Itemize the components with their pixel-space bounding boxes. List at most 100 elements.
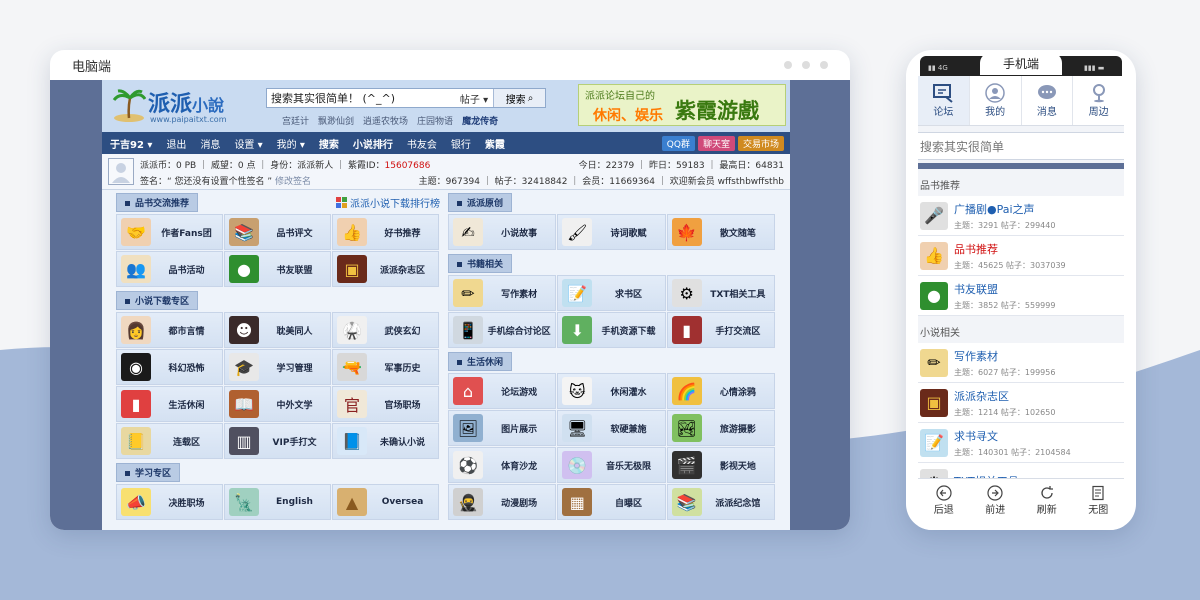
board-item[interactable]: ⚽ 体育沙龙 bbox=[448, 447, 557, 483]
board-item[interactable]: ⌂ 论坛游戏 bbox=[448, 373, 557, 409]
mobile-board-item[interactable]: ● 书友联盟 主题：3852 帖子：559999 bbox=[918, 276, 1124, 316]
board-item[interactable]: 🏞 旅游摄影 bbox=[666, 410, 775, 446]
board-item[interactable]: 🎓 学习管理 bbox=[224, 349, 331, 385]
board-item[interactable]: 🤝 作者Fans团 bbox=[116, 214, 223, 250]
nav-book-club[interactable]: 书友会 bbox=[407, 136, 437, 151]
mobile-board-item[interactable]: ✏ 写作素材 主题：6027 帖子：199956 bbox=[918, 343, 1124, 383]
board-item[interactable]: 📝 求书区 bbox=[557, 275, 666, 311]
portrait-icon: ☻ bbox=[229, 316, 259, 344]
board-item[interactable]: 👥 品书活动 bbox=[116, 251, 223, 287]
board-item[interactable]: ● 书友联盟 bbox=[224, 251, 331, 287]
board-item[interactable]: ⚙ TXT相关工具 bbox=[666, 275, 775, 311]
site-logo[interactable]: 派派小說 www.paipaitxt.com bbox=[108, 84, 228, 128]
microphone-icon: 🎤 bbox=[920, 201, 948, 230]
mobile-board-item[interactable]: 🎤 广播剧●Pai之声 主题：3291 帖子：299440 bbox=[918, 196, 1124, 236]
qq-group-button[interactable]: QQ群 bbox=[661, 136, 695, 151]
hot-link[interactable]: 逍遥农牧场 bbox=[363, 114, 408, 127]
board-item[interactable]: 🖥 软硬兼施 bbox=[557, 410, 666, 446]
board-grid: ⌂ 论坛游戏 🐱 休闲灌水 🌈 心情涂鸦 🖼 图片展示 🖥 软硬兼施 🏞 旅游摄影 ⚽ 体育沙… bbox=[448, 373, 776, 521]
board-item[interactable]: ▣ 派派杂志区 bbox=[332, 251, 439, 287]
mobile-board-item[interactable]: 👍 品书推荐 主题：45625 帖子：3037039 bbox=[918, 236, 1124, 276]
nav-settings[interactable]: 设置 ▾ bbox=[234, 136, 262, 151]
no-image-button[interactable]: 无图 bbox=[1073, 479, 1125, 530]
board-grid: ✏ 写作素材 📝 求书区 ⚙ TXT相关工具 📱 手机综合讨论区 ⬇ 手机资源下载 ▮ 手打… bbox=[448, 275, 776, 349]
nav-bank[interactable]: 银行 bbox=[451, 136, 471, 151]
search-button[interactable]: 搜索 ⌕ bbox=[493, 89, 545, 107]
board-item[interactable]: 🔫 军事历史 bbox=[332, 349, 439, 385]
forward-button[interactable]: 前进 bbox=[970, 479, 1022, 530]
mobile-tab-nearby[interactable]: 周边 bbox=[1073, 76, 1124, 125]
mobile-board-item[interactable]: 📝 求书寻文 主题：140301 帖子：2104584 bbox=[918, 423, 1124, 463]
board-item[interactable]: 💿 音乐无极限 bbox=[557, 447, 666, 483]
board-grid: 👩 都市言情 ☻ 耽美同人 🥋 武侠玄幻 ◉ 科幻恐怖 🎓 学习管理 🔫 军事历史 ▮ 生活休… bbox=[116, 312, 440, 460]
board-item[interactable]: 🖌 诗词歌赋 bbox=[557, 214, 666, 250]
hot-link[interactable]: 飘渺仙剑 bbox=[318, 114, 354, 127]
red-book-icon: ▮ bbox=[121, 390, 151, 418]
window-dot[interactable] bbox=[820, 61, 828, 69]
board-item[interactable]: 📚 品书评文 bbox=[224, 214, 331, 250]
house-icon: ⌂ bbox=[453, 377, 483, 405]
board-item[interactable]: 👩 都市言情 bbox=[116, 312, 223, 348]
board-item[interactable]: 📒 连载区 bbox=[116, 423, 223, 459]
market-button[interactable]: 交易市场 bbox=[737, 136, 784, 151]
logo-text: 派派小說 bbox=[148, 91, 225, 117]
board-item[interactable]: 🗽 English bbox=[224, 484, 331, 520]
board-item[interactable]: 👍 好书推荐 bbox=[332, 214, 439, 250]
section-header: 学习专区 bbox=[116, 460, 440, 484]
megaphone-icon: 📣 bbox=[121, 488, 151, 516]
window-dot[interactable] bbox=[802, 61, 810, 69]
board-item[interactable]: ☻ 耽美同人 bbox=[224, 312, 331, 348]
hot-links: 宫廷计 飘渺仙剑 逍遥农牧场 庄园物语 魔龙传奇 bbox=[282, 114, 498, 127]
mobile-board-item[interactable]: ▣ 派派杂志区 主题：1214 帖子：102650 bbox=[918, 383, 1124, 423]
board-item[interactable]: ▥ VIP手打文 bbox=[224, 423, 331, 459]
nav-search[interactable]: 搜索 bbox=[319, 136, 339, 151]
board-item[interactable]: ▮ 生活休闲 bbox=[116, 386, 223, 422]
window-dot[interactable] bbox=[784, 61, 792, 69]
desktop-frame: 派派小說 www.paipaitxt.com 帖子 ▾ 搜索⌕ 宫廷计 飘渺仙剑… bbox=[50, 80, 850, 530]
back-button[interactable]: 后退 bbox=[918, 479, 970, 530]
mobile-tab-forum[interactable]: 论坛 bbox=[918, 76, 970, 125]
mobile-section-title: 小说相关 bbox=[920, 328, 960, 339]
nav-mine[interactable]: 我的 ▾ bbox=[277, 136, 305, 151]
board-item[interactable]: 📚 派派纪念馆 bbox=[666, 484, 775, 520]
board-item[interactable]: 🎬 影视天地 bbox=[666, 447, 775, 483]
nav-logout[interactable]: 退出 bbox=[166, 136, 186, 151]
chatroom-button[interactable]: 聊天室 bbox=[697, 136, 735, 151]
download-rank-link[interactable]: 派派小说下载排行榜 bbox=[336, 195, 440, 210]
board-item[interactable]: 📖 中外文学 bbox=[224, 386, 331, 422]
mobile-tab-mine[interactable]: 我的 bbox=[970, 76, 1022, 125]
nav-messages[interactable]: 消息 bbox=[200, 136, 220, 151]
board-item[interactable]: ✍ 小说故事 bbox=[448, 214, 557, 250]
hot-link[interactable]: 魔龙传奇 bbox=[462, 114, 498, 127]
mobile-tab-messages[interactable]: 消息 bbox=[1022, 76, 1074, 125]
hot-link[interactable]: 庄园物语 bbox=[417, 114, 453, 127]
hot-link[interactable]: 宫廷计 bbox=[282, 114, 309, 127]
board-item[interactable]: 📱 手机综合讨论区 bbox=[448, 312, 557, 348]
mobile-search-input[interactable]: 搜索其实很简单 bbox=[918, 132, 1124, 160]
board-item[interactable]: 📘 未确认小说 bbox=[332, 423, 439, 459]
nav-username[interactable]: 于吉92 ▾ bbox=[110, 136, 152, 151]
board-item[interactable]: ▲ Oversea bbox=[332, 484, 439, 520]
avatar[interactable] bbox=[108, 158, 134, 185]
search-type-select[interactable]: 帖子 ▾ bbox=[455, 91, 493, 106]
board-item[interactable]: 🐱 休闲灌水 bbox=[557, 373, 666, 409]
zixia-game-banner[interactable]: 派派论坛自己的 休闲、娱乐 紫霞游戲 bbox=[578, 84, 786, 126]
edit-signature-link[interactable]: 修改签名 bbox=[275, 177, 311, 187]
refresh-button[interactable]: 刷新 bbox=[1021, 479, 1073, 530]
board-item[interactable]: 🥷 动漫剧场 bbox=[448, 484, 557, 520]
board-item[interactable]: 🥋 武侠玄幻 bbox=[332, 312, 439, 348]
board-item[interactable]: 官官场职场 bbox=[332, 386, 439, 422]
board-item[interactable]: 📣 决胜职场 bbox=[116, 484, 223, 520]
board-item[interactable]: ▦ 自曝区 bbox=[557, 484, 666, 520]
board-item[interactable]: 🖼 图片展示 bbox=[448, 410, 557, 446]
board-item[interactable]: ⬇ 手机资源下载 bbox=[557, 312, 666, 348]
board-item[interactable]: ▮ 手打交流区 bbox=[666, 312, 775, 348]
user-stats: 派派币：0 PB ｜ 威望：0 点 ｜ 身份：派派新人 ｜ 紫霞ID：15607… bbox=[140, 161, 431, 171]
board-item[interactable]: 🌈 心情涂鸦 bbox=[666, 373, 775, 409]
nav-novel-rank[interactable]: 小说排行 bbox=[353, 136, 393, 151]
nav-zixia[interactable]: 紫霞 bbox=[485, 136, 505, 151]
board-item[interactable]: 🍁 散文随笔 bbox=[666, 214, 775, 250]
board-item[interactable]: ◉ 科幻恐怖 bbox=[116, 349, 223, 385]
board-item[interactable]: ✏ 写作素材 bbox=[448, 275, 557, 311]
search-input[interactable] bbox=[267, 89, 455, 107]
